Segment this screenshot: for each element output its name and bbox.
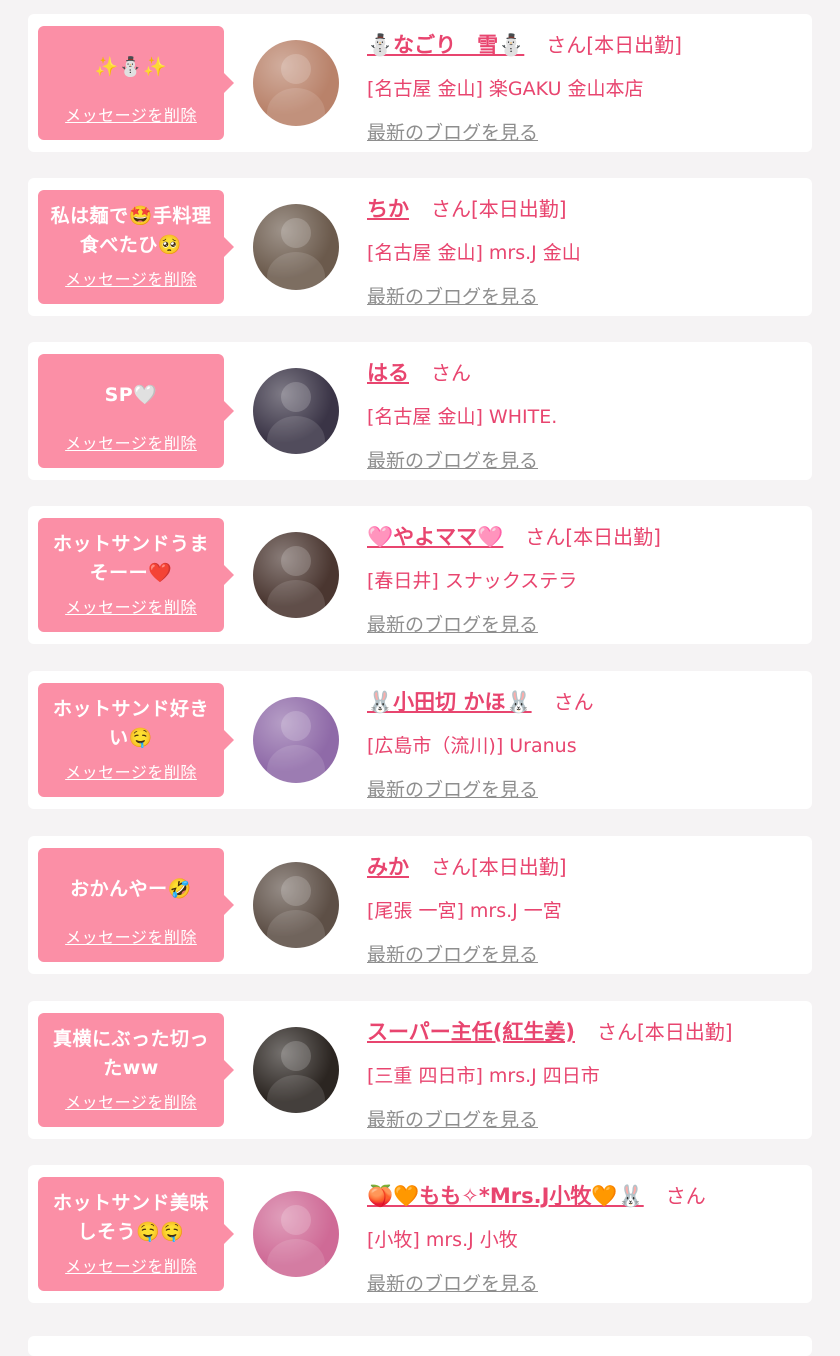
delete-message-link[interactable]: メッセージを削除 bbox=[38, 759, 224, 783]
latest-blog-link[interactable]: 最新のブログを見る bbox=[367, 610, 538, 637]
delete-message-link[interactable]: メッセージを削除 bbox=[38, 102, 224, 126]
delete-message-link[interactable]: メッセージを削除 bbox=[38, 594, 224, 618]
delete-message-link[interactable]: メッセージを削除 bbox=[38, 266, 224, 290]
message-text: ホットサンド好きい🤤 bbox=[52, 698, 209, 749]
shop-label: [名古屋 金山] WHITE. bbox=[367, 406, 558, 428]
message-text: ホットサンドうまそーー❤️ bbox=[52, 533, 209, 584]
name-suffix: さん[本日出勤] bbox=[525, 525, 661, 549]
profile-avatar[interactable] bbox=[253, 368, 339, 454]
message-bubble: ホットサンド美味しそう🤤🤤 メッセージを削除 bbox=[38, 1177, 234, 1291]
name-suffix: さん[本日出勤] bbox=[597, 1020, 733, 1044]
name-suffix: さん bbox=[665, 1184, 706, 1208]
profile-name-link[interactable]: ⛄なごり 雪⛄ bbox=[367, 33, 524, 57]
profile-avatar[interactable] bbox=[253, 204, 339, 290]
message-text: ✨⛄✨ bbox=[94, 55, 168, 78]
message-text: ホットサンド美味しそう🤤🤤 bbox=[52, 1192, 209, 1243]
message-bubble: おかんやー🤣 メッセージを削除 bbox=[38, 848, 234, 962]
profile-avatar[interactable] bbox=[253, 1027, 339, 1113]
message-card: ホットサンドうまそーー❤️ メッセージを削除 🩷やよママ🩷 さん[本日出勤] [春… bbox=[28, 506, 812, 644]
profile-avatar[interactable] bbox=[253, 697, 339, 783]
profile-avatar[interactable] bbox=[253, 40, 339, 126]
profile-name-link[interactable]: みか bbox=[367, 855, 409, 879]
latest-blog-link[interactable]: 最新のブログを見る bbox=[367, 1105, 538, 1132]
latest-blog-link[interactable]: 最新のブログを見る bbox=[367, 118, 538, 145]
profile-name-link[interactable]: 🩷やよママ🩷 bbox=[367, 525, 503, 549]
delete-message-link[interactable]: メッセージを削除 bbox=[38, 924, 224, 948]
latest-blog-link[interactable]: 最新のブログを見る bbox=[367, 940, 538, 967]
message-list: ✨⛄✨ メッセージを削除 ⛄なごり 雪⛄ さん[本日出勤] [名古屋 金山] 楽G… bbox=[0, 0, 840, 1356]
profile-name-link[interactable]: 🐰小田切 かほ🐰 bbox=[367, 690, 532, 714]
profile-name-link[interactable]: スーパー主任(紅生姜) bbox=[367, 1020, 575, 1044]
message-text: おかんやー🤣 bbox=[70, 877, 192, 900]
message-card: SP🤍 メッセージを削除 はる さん [名古屋 金山] WHITE. 最新のブログ… bbox=[28, 342, 812, 480]
shop-label: [三重 四日市] mrs.J 四日市 bbox=[367, 1065, 600, 1087]
name-suffix: さん[本日出勤] bbox=[431, 855, 567, 879]
shop-label: [尾張 一宮] mrs.J 一宮 bbox=[367, 900, 562, 922]
message-bubble: 私は麺で🤩手料理食べたひ🥺 メッセージを削除 bbox=[38, 190, 234, 304]
name-suffix: さん[本日出勤] bbox=[431, 197, 567, 221]
message-card: ✨⛄✨ メッセージを削除 ⛄なごり 雪⛄ さん[本日出勤] [名古屋 金山] 楽G… bbox=[28, 14, 812, 152]
next-message-card bbox=[28, 1336, 812, 1356]
message-text: SP🤍 bbox=[104, 383, 158, 406]
message-bubble: ✨⛄✨ メッセージを削除 bbox=[38, 26, 234, 140]
message-bubble: 真横にぶった切ったww メッセージを削除 bbox=[38, 1013, 234, 1127]
profile-avatar[interactable] bbox=[253, 1191, 339, 1277]
message-bubble: ホットサンド好きい🤤 メッセージを削除 bbox=[38, 683, 234, 797]
profile-name-link[interactable]: 🍑🧡もも✧*Mrs.J小牧🧡🐰 bbox=[367, 1184, 644, 1208]
shop-label: [名古屋 金山] 楽GAKU 金山本店 bbox=[367, 78, 644, 100]
message-text: 私は麺で🤩手料理食べたひ🥺 bbox=[50, 205, 212, 256]
profile-avatar[interactable] bbox=[253, 532, 339, 618]
message-bubble: ホットサンドうまそーー❤️ メッセージを削除 bbox=[38, 518, 234, 632]
message-card: 真横にぶった切ったww メッセージを削除 スーパー主任(紅生姜) さん[本日出勤]… bbox=[28, 1001, 812, 1139]
shop-label: [名古屋 金山] mrs.J 金山 bbox=[367, 242, 581, 264]
message-card: ホットサンド好きい🤤 メッセージを削除 🐰小田切 かほ🐰 さん [広島市（流川)]… bbox=[28, 671, 812, 809]
message-bubble: SP🤍 メッセージを削除 bbox=[38, 354, 234, 468]
message-card: 私は麺で🤩手料理食べたひ🥺 メッセージを削除 ちか さん[本日出勤] [名古屋 金… bbox=[28, 178, 812, 316]
latest-blog-link[interactable]: 最新のブログを見る bbox=[367, 282, 538, 309]
profile-avatar[interactable] bbox=[253, 862, 339, 948]
shop-label: [春日井] スナックステラ bbox=[367, 570, 578, 592]
shop-label: [広島市（流川)] Uranus bbox=[367, 735, 577, 757]
profile-name-link[interactable]: はる bbox=[367, 361, 409, 385]
shop-label: [小牧] mrs.J 小牧 bbox=[367, 1229, 518, 1251]
delete-message-link[interactable]: メッセージを削除 bbox=[38, 430, 224, 454]
message-card: おかんやー🤣 メッセージを削除 みか さん[本日出勤] [尾張 一宮] mrs.J… bbox=[28, 836, 812, 974]
message-card: ホットサンド美味しそう🤤🤤 メッセージを削除 🍑🧡もも✧*Mrs.J小牧🧡🐰 さん… bbox=[28, 1165, 812, 1303]
message-text: 真横にぶった切ったww bbox=[52, 1028, 209, 1079]
latest-blog-link[interactable]: 最新のブログを見る bbox=[367, 446, 538, 473]
name-suffix: さん[本日出勤] bbox=[546, 33, 682, 57]
latest-blog-link[interactable]: 最新のブログを見る bbox=[367, 1269, 538, 1296]
profile-name-link[interactable]: ちか bbox=[367, 197, 409, 221]
name-suffix: さん bbox=[553, 690, 594, 714]
delete-message-link[interactable]: メッセージを削除 bbox=[38, 1089, 224, 1113]
name-suffix: さん bbox=[431, 361, 471, 385]
latest-blog-link[interactable]: 最新のブログを見る bbox=[367, 775, 538, 802]
delete-message-link[interactable]: メッセージを削除 bbox=[38, 1253, 224, 1277]
